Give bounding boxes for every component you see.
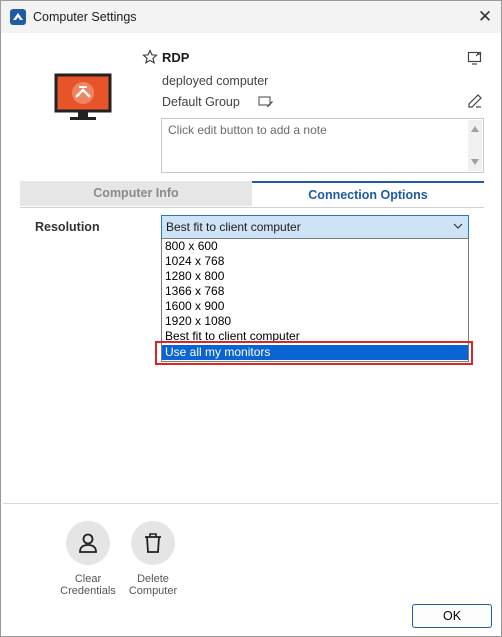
app-logo-icon — [10, 9, 26, 25]
note-field[interactable]: Click edit button to add a note — [161, 118, 484, 173]
favorite-star-icon[interactable] — [142, 49, 158, 65]
footer-divider — [3, 503, 499, 504]
computer-monitor-icon — [54, 73, 112, 120]
ok-button[interactable]: OK — [412, 604, 492, 628]
clear-credentials-button[interactable] — [66, 521, 110, 565]
clear-credentials-label: Clear Credentials — [53, 573, 123, 597]
computer-name: RDP — [162, 50, 190, 65]
settings-tabs: Computer Info Connection Options — [20, 181, 484, 208]
scroll-up-icon[interactable] — [471, 126, 479, 132]
action-label-line: Credentials — [60, 585, 116, 597]
delete-computer-label: Delete Computer — [118, 573, 188, 597]
delete-computer-button[interactable] — [131, 521, 175, 565]
resolution-option[interactable]: 1366 x 768 — [162, 284, 468, 299]
scroll-down-icon[interactable] — [471, 159, 479, 165]
tab-connection-options[interactable]: Connection Options — [252, 181, 484, 206]
resolution-selected-value: Best fit to client computer — [166, 220, 301, 234]
highlight-box — [155, 341, 473, 365]
action-label-line: Computer — [128, 585, 178, 597]
user-icon — [79, 533, 97, 553]
trash-icon — [145, 533, 161, 553]
resolution-option[interactable]: 1600 x 900 — [162, 299, 468, 314]
computer-group: Default Group — [162, 95, 240, 109]
remote-connect-icon[interactable] — [467, 50, 483, 66]
tab-divider — [20, 207, 484, 208]
chevron-down-icon — [453, 223, 463, 229]
computer-description: deployed computer — [162, 74, 269, 88]
resolution-option[interactable]: 1280 x 800 — [162, 269, 468, 284]
resolution-option[interactable]: 1920 x 1080 — [162, 314, 468, 329]
resolution-option[interactable]: 800 x 600 — [162, 239, 468, 254]
action-label-line: Clear — [74, 573, 102, 585]
computer-settings-window: Computer Settings ✕ RDP deployed compute… — [0, 0, 502, 637]
action-label-line: Delete — [137, 573, 169, 585]
note-placeholder: Click edit button to add a note — [168, 123, 327, 137]
window-title: Computer Settings — [33, 10, 137, 24]
title-bar: Computer Settings ✕ — [1, 1, 501, 33]
resolution-label: Resolution — [35, 220, 100, 234]
note-scrollbar[interactable] — [468, 120, 482, 171]
tab-computer-info[interactable]: Computer Info — [20, 181, 252, 206]
close-button[interactable]: ✕ — [471, 3, 499, 31]
resolution-select[interactable]: Best fit to client computer — [161, 215, 469, 239]
change-group-icon[interactable] — [258, 95, 274, 109]
edit-note-icon[interactable] — [467, 93, 483, 109]
resolution-option[interactable]: 1024 x 768 — [162, 254, 468, 269]
